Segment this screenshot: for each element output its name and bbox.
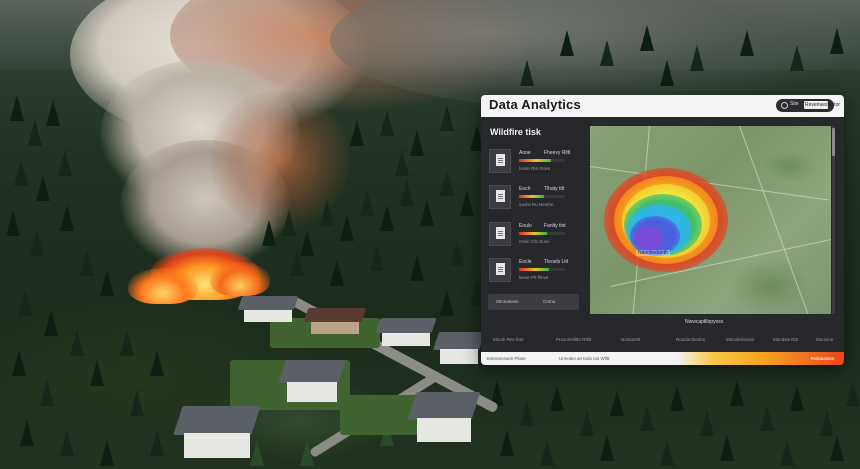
search-icon bbox=[781, 102, 788, 109]
house bbox=[303, 308, 367, 334]
risk-bar-fill bbox=[519, 159, 552, 162]
station-label: Stineatioen bbox=[496, 299, 519, 304]
risk-region: Eoch bbox=[519, 186, 531, 192]
document-icon bbox=[489, 185, 511, 209]
metric-labels: Mtooh Rnn lbnt Prosuntellttn Rtlld Nonti… bbox=[481, 337, 844, 347]
risk-level: Fheevy Riltl bbox=[544, 150, 571, 156]
footer-badge[interactable]: Relisbartiss bbox=[811, 356, 834, 361]
metric-label: Manolterioons bbox=[726, 337, 755, 342]
metric-label: Roudocrboshs bbox=[676, 337, 706, 342]
risk-card[interactable]: Eoulo Fanlty ttst rnole Ctlc Buee bbox=[488, 220, 578, 250]
document-icon bbox=[489, 258, 511, 282]
map-scrollbar[interactable] bbox=[832, 126, 835, 314]
risk-meta: savhs Ru Nenthe bbox=[519, 202, 554, 207]
risk-card[interactable]: Eoch Tlhaty ttlt savhs Ru Nenthe bbox=[488, 183, 578, 213]
wildfire-risk-map[interactable]: Nanoltedanth bbox=[590, 126, 831, 314]
document-icon bbox=[489, 222, 511, 246]
data-analytics-dashboard: Data Analytics Site Revenuesfactor Wildf… bbox=[481, 95, 844, 365]
metric-label: Nontianttt bbox=[621, 337, 641, 342]
risk-level: Tleoels Litt bbox=[544, 259, 569, 265]
risk-region: Eocle bbox=[519, 259, 532, 265]
house bbox=[375, 318, 437, 346]
risk-card[interactable]: Eocle Tleoels Litt lanse Ptt flinve bbox=[488, 256, 578, 286]
metric-label: Mtooh Rnn lbnt bbox=[493, 337, 524, 342]
risk-card[interactable]: Aooe Fheevy Riltl lonite Risl Roke bbox=[488, 147, 578, 177]
risk-bar bbox=[519, 195, 565, 198]
document-icon bbox=[489, 149, 511, 173]
dashboard-footer: Evtenensuen Plose Unnoleo an tndo tos Wl… bbox=[481, 352, 844, 365]
house bbox=[433, 332, 485, 364]
metric-label: Mandsie Ritt bbox=[773, 337, 799, 342]
risk-bar bbox=[519, 232, 565, 235]
risk-region: Eoulo bbox=[519, 223, 532, 229]
risk-bar bbox=[519, 159, 565, 162]
risk-bar-fill bbox=[519, 268, 549, 271]
risk-bar-fill bbox=[519, 232, 547, 235]
risk-bar-fill bbox=[519, 195, 545, 198]
scroll-thumb[interactable] bbox=[832, 128, 835, 156]
map-caption: Nwwcaptllopyoss bbox=[685, 319, 724, 325]
risk-region: Aooe bbox=[519, 150, 531, 156]
house bbox=[278, 360, 346, 402]
dashboard-title: Data Analytics bbox=[489, 97, 581, 112]
panel-title: Wildfire tisk bbox=[490, 127, 541, 137]
heatmap-label: Nanoltedanth bbox=[636, 250, 670, 256]
dashboard-header: Data Analytics Site Revenuesfactor bbox=[481, 95, 844, 117]
heatmap-overlay bbox=[604, 168, 728, 272]
risk-level: Fanlty ttst bbox=[544, 223, 566, 229]
house bbox=[173, 406, 261, 458]
risk-meta: lonite Risl Roke bbox=[519, 166, 551, 171]
search-bar[interactable]: Site Revenuesfactor bbox=[776, 99, 840, 112]
risk-meta: rnole Ctlc Buee bbox=[519, 239, 550, 244]
footer-left-text: Evtenensuen Plose bbox=[487, 356, 526, 361]
station-select-button[interactable]: Stineatioen Crono bbox=[488, 294, 579, 310]
risk-bar bbox=[519, 268, 565, 271]
search-label: Site bbox=[790, 101, 799, 107]
search-input[interactable]: Revenuesfactor bbox=[804, 101, 840, 109]
risk-level: Tlhaty ttlt bbox=[544, 186, 565, 192]
footer-mid-text: Unnoleo an tndo tos Wlltt bbox=[559, 356, 610, 361]
metric-label: Morioloe bbox=[816, 337, 834, 342]
station-value: Crono bbox=[543, 299, 556, 304]
metric-label: Prosuntellttn Rtlld bbox=[556, 337, 592, 342]
house bbox=[407, 392, 481, 442]
risk-meta: lanse Ptt flinve bbox=[519, 275, 549, 280]
house bbox=[237, 296, 299, 322]
